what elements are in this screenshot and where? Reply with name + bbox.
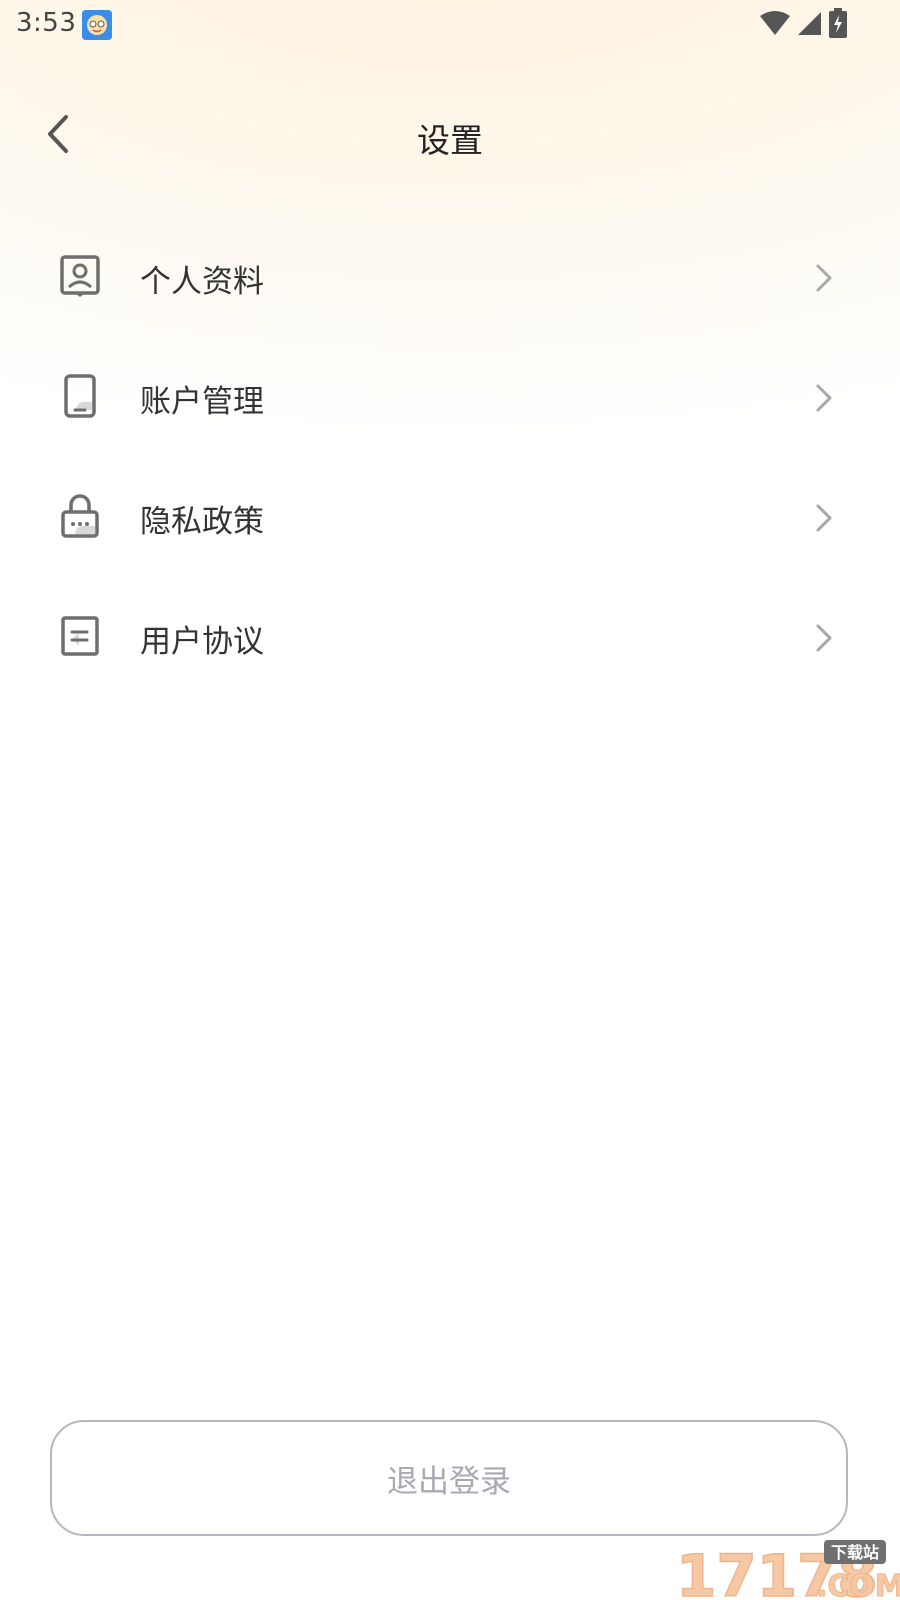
chevron-right-icon bbox=[812, 260, 836, 296]
document-icon bbox=[58, 614, 102, 658]
svg-text:下载站: 下载站 bbox=[831, 1543, 879, 1562]
settings-list: 个人资料 账户管理 隐私政策 用户协议 bbox=[0, 220, 900, 700]
chevron-right-icon bbox=[812, 620, 836, 656]
chevron-right-icon bbox=[812, 380, 836, 416]
settings-item-profile[interactable]: 个人资料 bbox=[0, 220, 900, 340]
profile-card-icon bbox=[58, 254, 102, 298]
svg-text:.COM: .COM bbox=[816, 1569, 900, 1600]
phone-icon bbox=[58, 374, 102, 418]
settings-item-user-agreement[interactable]: 用户协议 bbox=[0, 580, 900, 700]
lock-icon bbox=[58, 494, 102, 538]
status-bar: 3:53 bbox=[0, 0, 900, 48]
settings-item-label: 账户管理 bbox=[140, 384, 264, 420]
chevron-right-icon bbox=[812, 500, 836, 536]
settings-item-label: 个人资料 bbox=[140, 264, 264, 300]
app-notification-icon bbox=[82, 10, 112, 40]
settings-item-label: 隐私政策 bbox=[140, 504, 264, 540]
settings-screen: 3:53 设置 个人资料 账户管理 隐私政策 用户协议 退出登录 17178 下… bbox=[0, 0, 900, 1600]
status-icons bbox=[760, 8, 848, 42]
settings-item-label: 用户协议 bbox=[140, 624, 264, 660]
watermark-logo: 17178 下载站 .COM bbox=[675, 1538, 900, 1600]
settings-item-account[interactable]: 账户管理 bbox=[0, 340, 900, 460]
status-time: 3:53 bbox=[16, 8, 77, 38]
logout-button[interactable]: 退出登录 bbox=[50, 1420, 848, 1536]
page-title: 设置 bbox=[417, 121, 483, 160]
cell-signal-icon bbox=[796, 10, 822, 40]
header: 设置 bbox=[0, 96, 900, 176]
wifi-icon bbox=[760, 10, 790, 40]
settings-item-privacy[interactable]: 隐私政策 bbox=[0, 460, 900, 580]
battery-charging-icon bbox=[828, 8, 848, 42]
